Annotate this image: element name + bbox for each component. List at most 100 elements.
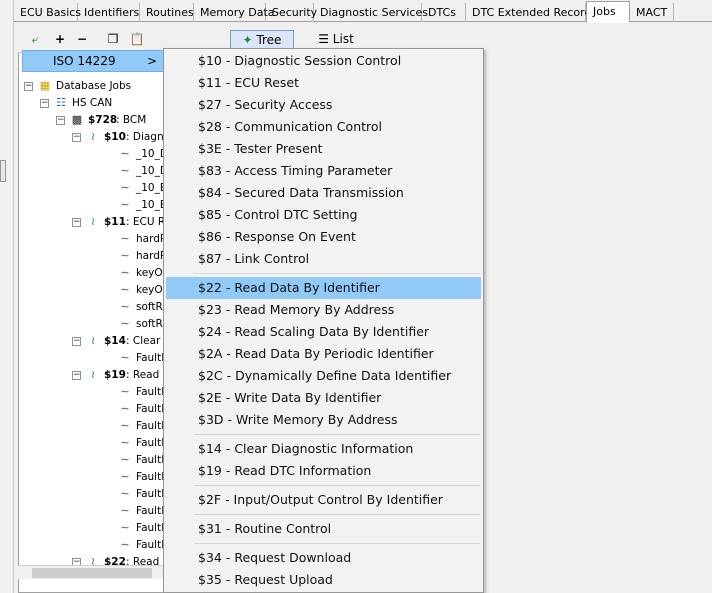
scrollbar-thumb[interactable] [32,568,152,578]
job-icon: ∼ [120,266,130,279]
menu-item-24[interactable]: $24 - Read Scaling Data By Identifier [166,321,481,343]
menu-item-14[interactable]: $14 - Clear Diagnostic Information [166,438,481,460]
job-icon: ∼ [120,317,130,330]
tab-memory-data[interactable]: Memory Data [194,3,275,22]
service-icon: ≀ [90,334,96,347]
tree-root-label: Database Jobs [56,80,132,92]
menu-item-84[interactable]: $84 - Secured Data Transmission [166,182,481,204]
horizontal-scrollbar[interactable] [18,565,168,579]
menu-item-28[interactable]: $28 - Communication Control [166,116,481,138]
service-id: $10 [104,131,126,143]
tree-ecu-id: $728 [88,114,118,126]
left-edge-strip [0,0,14,593]
menu-separator [194,434,480,435]
menu-item-11[interactable]: $11 - ECU Reset [166,72,481,94]
menu-item-34[interactable]: $34 - Request Download [166,547,481,569]
service-label: : Read [126,369,160,381]
service-icon: ≀ [90,215,96,228]
menu-item-10[interactable]: $10 - Diagnostic Session Control [166,50,481,72]
tree-view-button[interactable]: ✦ Tree [230,30,294,50]
tab-diagnostic-services[interactable]: Diagnostic Services [314,3,428,22]
service-id: $19 [104,369,126,381]
submenu-arrow-icon: > [146,54,157,68]
menu-item-35[interactable]: $35 - Request Upload [166,569,481,591]
tab-routines[interactable]: Routines [140,3,194,22]
menu-item-27[interactable]: $27 - Security Access [166,94,481,116]
service-label: : ECU R [126,216,166,228]
expand-toggle-icon[interactable]: − [72,371,81,380]
menu-item-2e[interactable]: $2E - Write Data By Identifier [166,387,481,409]
paste-icon[interactable]: 📋 [128,30,146,50]
tab-dtc-extended-records[interactable]: DTC Extended Records [466,3,597,22]
tree-bus-label: HS CAN [72,97,113,109]
menu-item-23[interactable]: $23 - Read Memory By Address [166,299,481,321]
tab-identifiers[interactable]: Identifiers [78,3,140,22]
menu-item-19[interactable]: $19 - Read DTC Information [166,460,481,482]
job-icon: ∼ [120,300,130,313]
job-icon: ∼ [120,198,130,211]
menu-item-87[interactable]: $87 - Link Control [166,248,481,270]
tab-ecu-basics[interactable]: ECU Basics [14,3,81,22]
job-icon: ∼ [120,453,130,466]
job-icon: ∼ [120,436,130,449]
expand-toggle-icon[interactable]: − [24,82,33,91]
tab-security[interactable]: Security [266,3,317,22]
job-icon: ∼ [120,470,130,483]
expand-toggle-icon[interactable]: − [56,116,65,125]
service-id: $14 [104,335,126,347]
iso14229-services-menu: $10 - Diagnostic Session Control $11 - EC… [163,48,484,593]
service-id: $11 [104,216,126,228]
tab-mact[interactable]: MACT [630,3,674,22]
menu-item-2a[interactable]: $2A - Read Data By Periodic Identifier [166,343,481,365]
menu-item-83[interactable]: $83 - Access Timing Parameter [166,160,481,182]
job-icon: ∼ [120,521,130,534]
job-icon: ∼ [120,283,130,296]
splitter-knob[interactable] [0,160,6,182]
menu-item-3e[interactable]: $3E - Tester Present [166,138,481,160]
menu-separator [194,273,480,274]
job-icon: ∼ [120,232,130,245]
list-view-icon: ☰ [318,32,329,46]
tab-jobs[interactable]: Jobs [586,1,630,23]
tab-bar: ECU Basics Identifiers Routines Memory Data… [14,0,712,23]
menu-item-31[interactable]: $31 - Routine Control [166,518,481,540]
menu-item-3d[interactable]: $3D - Write Memory By Address [166,409,481,431]
expand-toggle-icon[interactable]: − [72,133,81,142]
menu-item-85[interactable]: $85 - Control DTC Setting [166,204,481,226]
menu-item-22[interactable]: $22 - Read Data By Identifier [166,277,481,299]
expand-toggle-icon[interactable]: − [40,99,49,108]
menu-item-2f[interactable]: $2F - Input/Output Control By Identifier [166,489,481,511]
new-job-icon[interactable]: ⤶ [24,30,46,50]
job-icon: ∼ [120,164,130,177]
menu-item-iso-14229[interactable]: ISO 14229 > [22,50,168,72]
service-label: : Clear [126,335,161,347]
job-icon: ∼ [120,351,130,364]
job-icon: ∼ [120,147,130,160]
ecu-icon: ▩ [71,113,83,126]
menu-separator [194,514,480,515]
menu-item-2c[interactable]: $2C - Dynamically Define Data Identifier [166,365,481,387]
tree-view-label: Tree [256,33,282,47]
tab-dtcs[interactable]: DTCs [422,3,466,22]
service-icon: ≀ [90,130,96,143]
job-icon: ∼ [120,419,130,432]
tree-view-icon: ✦ [242,33,253,47]
tree-ecu-name: : BCM [116,114,147,126]
expand-toggle-icon[interactable]: − [72,337,81,346]
expand-toggle-icon[interactable]: − [72,218,81,227]
menu-item-iso-14229-label: ISO 14229 [53,54,116,68]
copy-icon[interactable]: ❐ [104,30,122,50]
menu-item-86[interactable]: $86 - Response On Event [166,226,481,248]
menu-separator [194,485,480,486]
expand-button[interactable]: + [52,30,68,50]
job-icon: ∼ [120,181,130,194]
job-icon: ∼ [120,538,130,551]
job-icon: ∼ [120,402,130,415]
job-icon: ∼ [120,487,130,500]
job-icon: ∼ [120,504,130,517]
collapse-button[interactable]: − [74,30,90,50]
menu-separator [194,543,480,544]
list-view-button[interactable]: ☰ List [308,30,364,50]
database-icon: ▦ [39,79,51,92]
list-view-label: List [332,32,354,46]
